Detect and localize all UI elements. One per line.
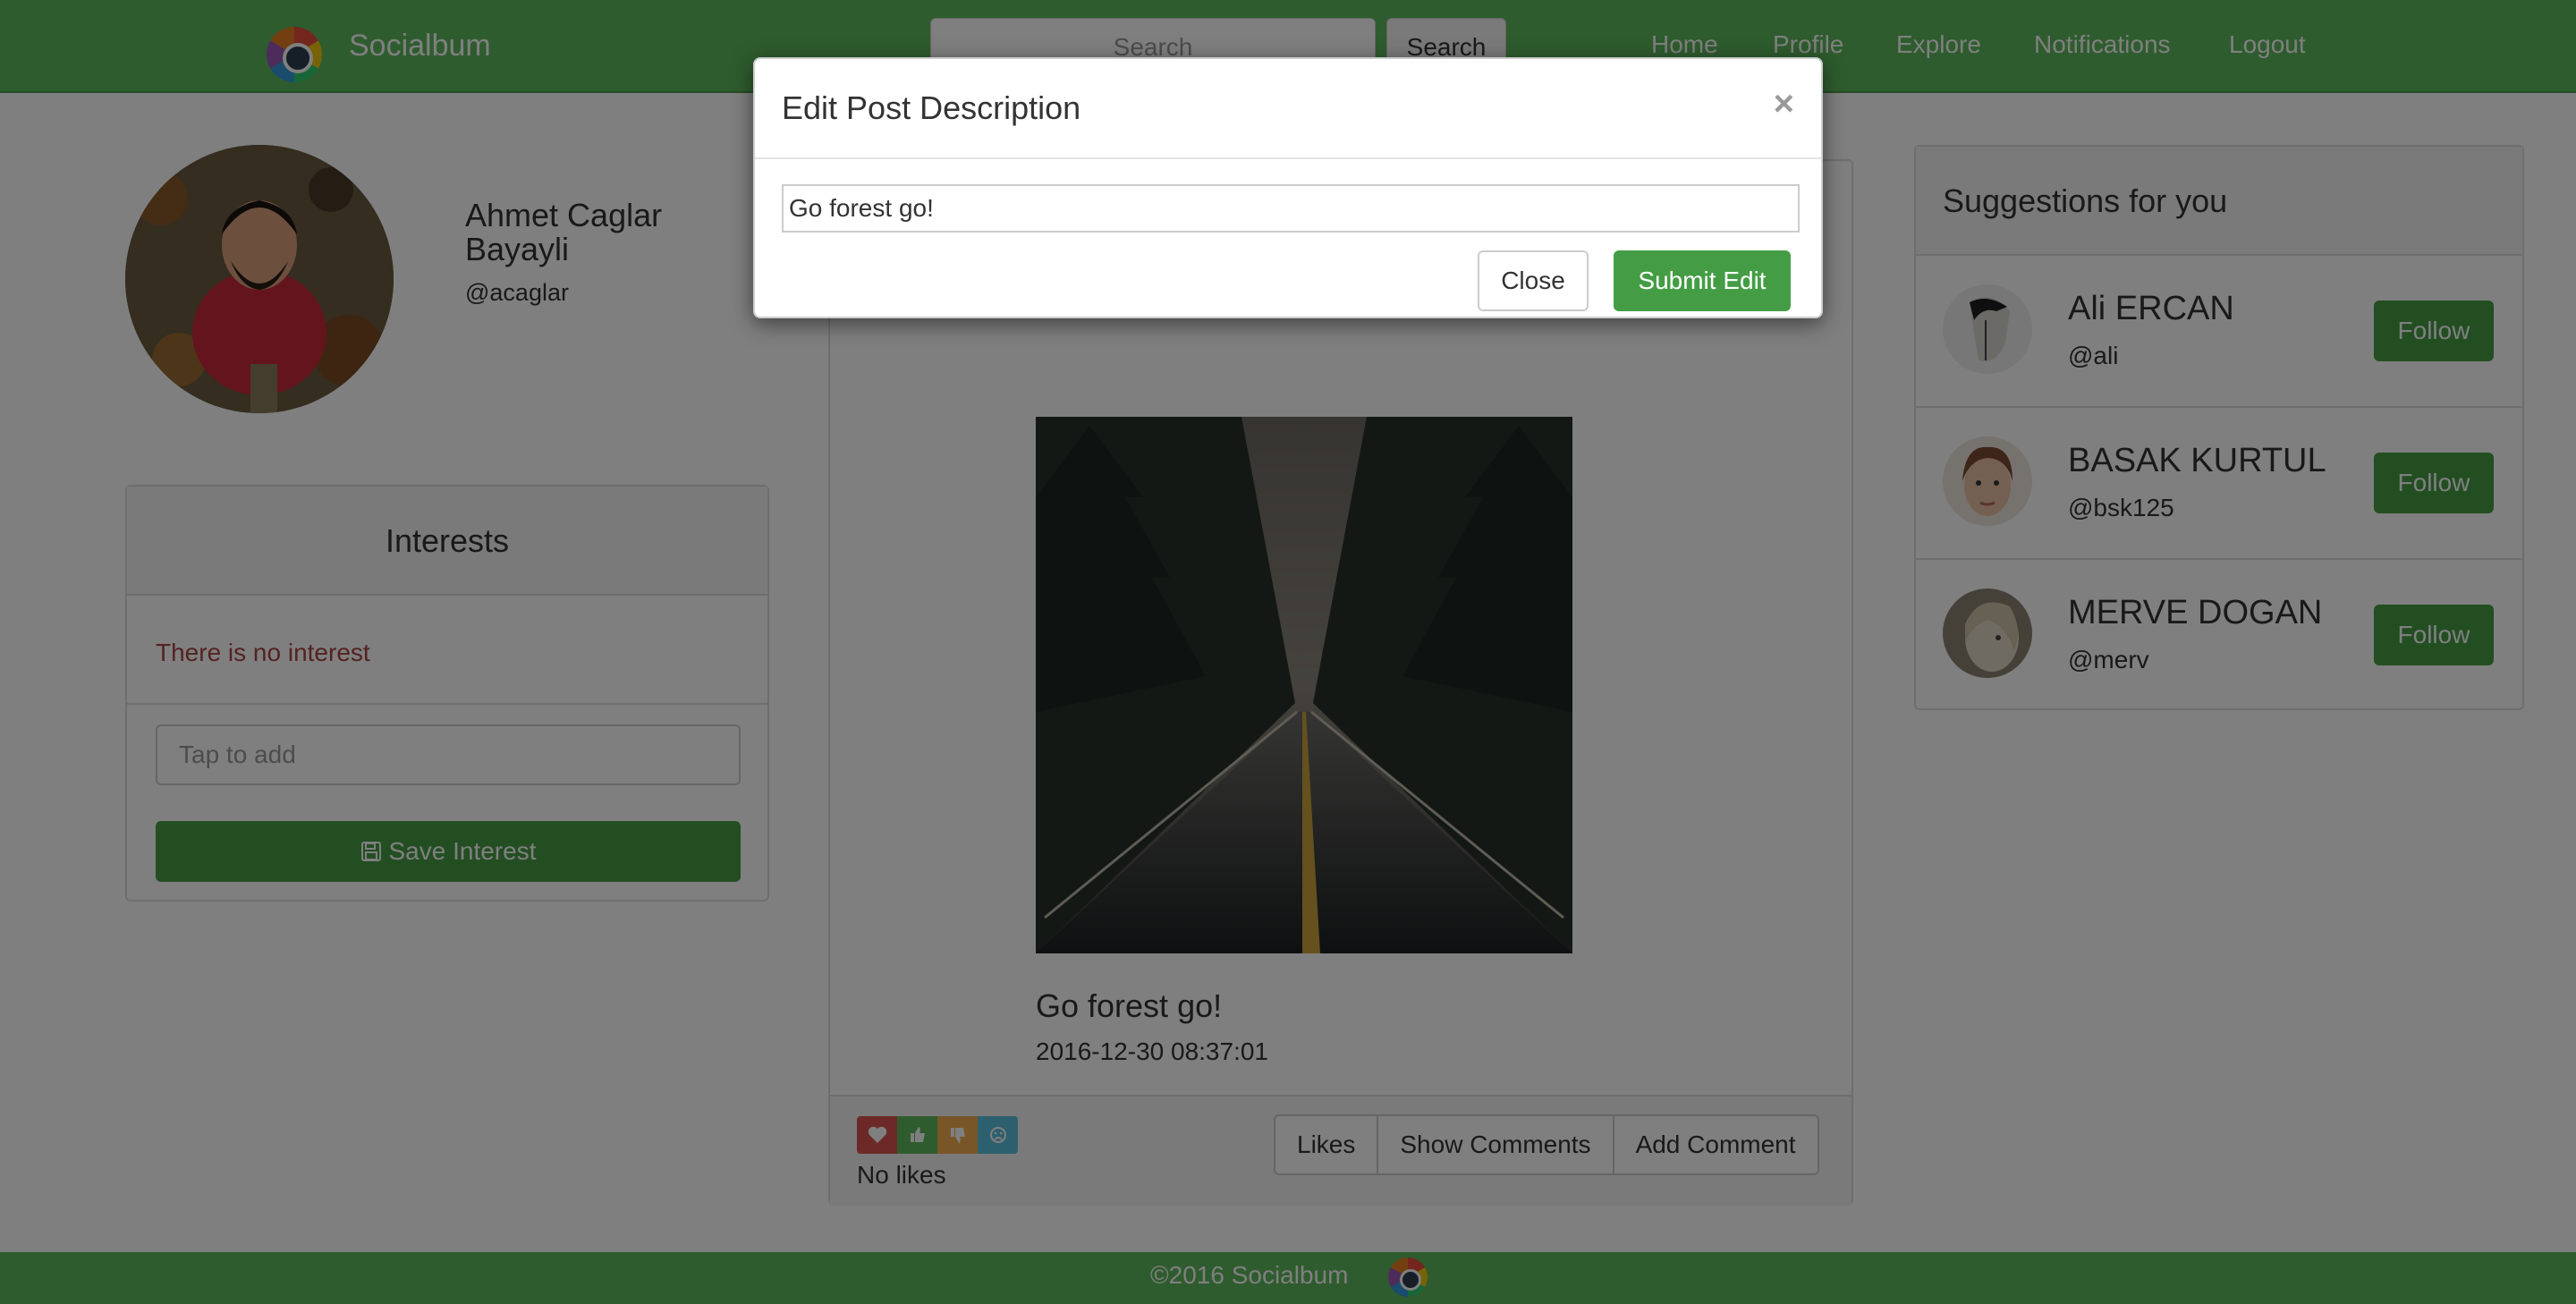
modal-title: Edit Post Description	[782, 89, 1081, 126]
submit-edit-button[interactable]: Submit Edit	[1614, 250, 1791, 311]
close-button[interactable]: Close	[1478, 250, 1589, 311]
edit-post-modal: Edit Post Description × Go forest go! Cl…	[753, 57, 1823, 318]
modal-header: Edit Post Description ×	[755, 59, 1821, 159]
description-input[interactable]: Go forest go!	[782, 184, 1800, 233]
close-icon[interactable]: ×	[1774, 84, 1794, 124]
